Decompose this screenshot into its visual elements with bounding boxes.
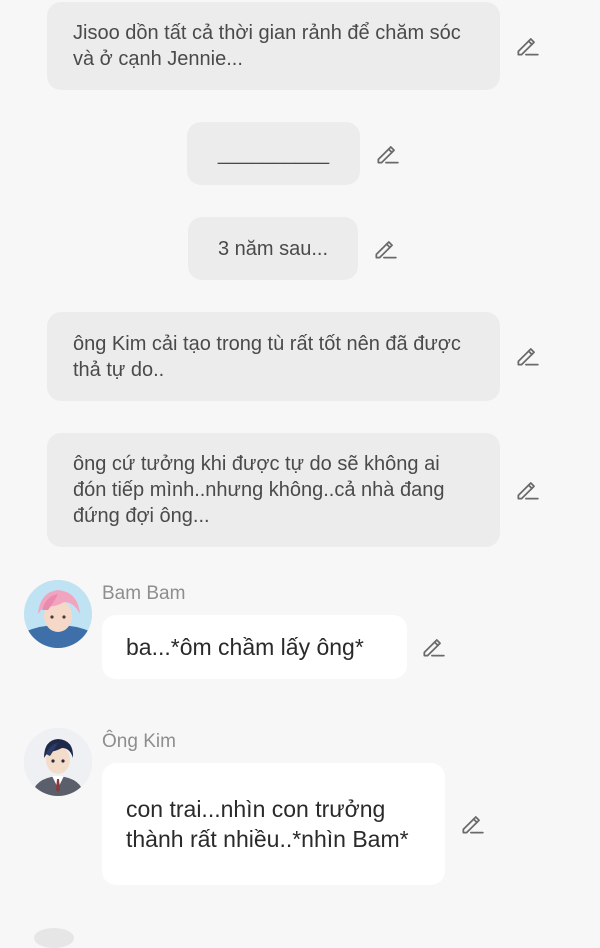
pencil-icon[interactable] <box>514 477 540 503</box>
chat-bubble: ba...*ôm chầm lấy ông* <box>102 615 407 679</box>
message-text: con trai...nhìn con trưởng thành rất nhi… <box>126 796 409 852</box>
pencil-icon[interactable] <box>374 141 400 167</box>
suited-man-avatar-icon[interactable] <box>24 728 92 796</box>
speaker-name: Ông Kim <box>102 731 176 752</box>
pencil-icon[interactable] <box>514 33 540 59</box>
next-avatar-peek <box>34 928 74 948</box>
narration-text: ông cứ tưởng khi được tự do sẽ không ai … <box>73 453 445 527</box>
message-text: ba...*ôm chầm lấy ông* <box>126 634 364 660</box>
narration-bubble: ông Kim cải tạo trong tù rất tốt nên đã … <box>47 312 500 401</box>
narration-text: __________ <box>217 142 330 165</box>
pencil-icon[interactable] <box>514 343 540 369</box>
speaker-name: Bam Bam <box>102 583 186 604</box>
pencil-icon[interactable] <box>372 236 398 262</box>
chat-bubble: con trai...nhìn con trưởng thành rất nhi… <box>102 763 445 885</box>
narration-bubble: Jisoo dồn tất cả thời gian rảnh để chăm … <box>47 2 500 90</box>
narration-bubble: ông cứ tưởng khi được tự do sẽ không ai … <box>47 433 500 547</box>
narration-text: 3 năm sau... <box>217 237 329 260</box>
pencil-icon[interactable] <box>420 634 446 660</box>
pink-hair-avatar-icon[interactable] <box>24 580 92 648</box>
narration-bubble: 3 năm sau... <box>188 217 358 280</box>
narration-text: Jisoo dồn tất cả thời gian rảnh để chăm … <box>73 22 461 70</box>
narration-bubble: __________ <box>187 122 360 185</box>
narration-text: ông Kim cải tạo trong tù rất tốt nên đã … <box>73 332 461 381</box>
pencil-icon[interactable] <box>459 811 485 837</box>
